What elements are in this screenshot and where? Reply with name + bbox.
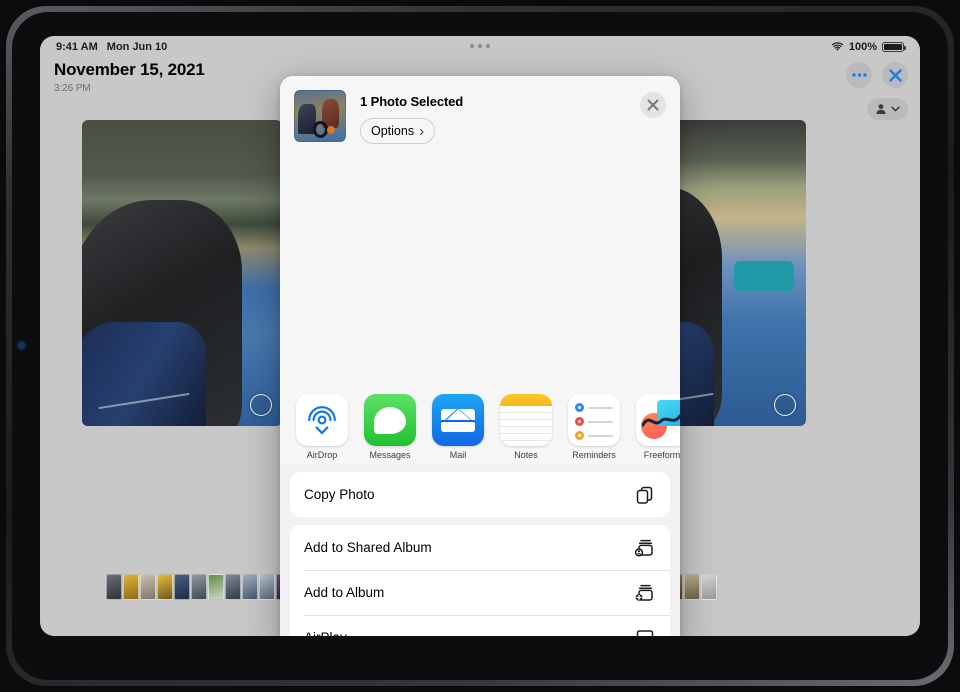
app-label: Freeform [643,450,680,460]
filmstrip-thumbnail[interactable] [225,574,241,600]
grabber-dot [478,44,482,48]
action-label: Add to Album [304,585,385,600]
selection-circle-unselected[interactable] [774,394,796,416]
action-label: AirPlay [304,630,347,636]
share-sheet-title: 1 Photo Selected [360,94,464,109]
shared-album-icon [634,537,656,559]
action-row-add-to-album[interactable]: Add to Album [290,570,670,615]
options-button-label: Options [371,124,415,138]
share-sheet-apps-row[interactable]: AirDrop Messages Mail Notes Reminders Fr… [280,386,680,464]
freeform-icon [636,394,680,446]
selected-photo-thumbnail[interactable] [294,90,346,142]
page-subtitle: 3:26 PM [54,83,91,94]
carousel-photo-previous[interactable] [82,120,282,426]
share-target-mail[interactable]: Mail [432,394,484,460]
people-filter-button[interactable] [867,98,908,120]
options-button[interactable]: Options › [360,118,436,144]
action-row-airplay[interactable]: AirPlay [290,615,670,636]
share-sheet: 1 Photo Selected Options › AirDrop Messa… [280,76,680,636]
app-label: AirDrop [306,450,338,460]
share-target-freeform[interactable]: Freeform [636,394,680,460]
grabber-dot [486,44,490,48]
action-label: Copy Photo [304,487,375,502]
filmstrip-thumbnail[interactable] [701,574,717,600]
share-target-messages[interactable]: Messages [364,394,416,460]
share-target-reminders[interactable]: Reminders [568,394,620,460]
close-button[interactable] [882,62,908,88]
grabber-dot [470,44,474,48]
close-icon [888,68,902,82]
airplay-icon [634,627,656,636]
share-sheet-photo-preview [280,150,680,386]
filmstrip-thumbnail[interactable] [174,574,190,600]
status-bar-date: Mon Jun 10 [106,41,168,53]
filmstrip-thumbnail[interactable] [123,574,139,600]
filmstrip-thumbnail[interactable] [259,574,275,600]
photo-header: November 15, 2021 3:26 PM [54,60,205,94]
action-group-copy: Copy Photo [290,472,670,517]
share-sheet-header: 1 Photo Selected Options › [280,76,680,150]
filmstrip-thumbnail[interactable] [684,574,700,600]
photo-shape [82,321,206,426]
app-label: Messages [369,450,411,460]
wifi-icon [831,42,844,52]
more-options-button[interactable] [846,62,872,88]
filmstrip-thumbnail[interactable] [157,574,173,600]
filmstrip-thumbnail[interactable] [208,574,224,600]
action-row-copy-photo[interactable]: Copy Photo [290,472,670,517]
action-row-add-to-shared-album[interactable]: Add to Shared Album [290,525,670,570]
notes-icon [500,394,552,446]
action-group-albums: Add to Shared Album Add to Album [290,525,670,636]
battery-percent-label: 100% [848,41,877,53]
app-label: Notes [514,450,538,460]
app-label: Mail [449,450,467,460]
page-title: November 15, 2021 [54,60,205,79]
status-bar-time: 9:41 AM [56,41,98,53]
share-sheet-actions: Copy Photo Add to Shared Album Add to Al… [280,464,680,636]
chevron-right-icon: › [419,122,425,140]
share-sheet-close-button[interactable] [640,92,666,118]
share-target-airdrop[interactable]: AirDrop [296,394,348,460]
filmstrip-thumbnail[interactable] [191,574,207,600]
power-indicator-dot [18,342,25,349]
chevron-down-icon [891,106,900,112]
status-bar-left: 9:41 AM Mon Jun 10 [56,41,167,53]
filmstrip-thumbnail[interactable] [242,574,258,600]
filmstrip-thumbnail[interactable] [140,574,156,600]
add-album-icon [634,582,656,604]
action-label: Add to Shared Album [304,540,432,555]
ipad-device: 9:41 AM Mon Jun 10 100% November 15, 202… [0,0,960,692]
share-sheet-header-text: 1 Photo Selected Options › [360,90,666,144]
copy-icon [634,484,656,506]
multitasking-grabber[interactable] [470,44,490,48]
person-icon [876,104,886,114]
status-bar-right: 100% [831,41,906,53]
header-actions [846,62,908,88]
close-icon [647,99,659,111]
photo-shape [734,260,794,292]
filmstrip-thumbnail[interactable] [106,574,122,600]
airdrop-icon [296,394,348,446]
battery-icon [882,42,906,52]
app-label: Reminders [572,450,616,460]
ipad-screen: 9:41 AM Mon Jun 10 100% November 15, 202… [40,36,920,636]
photo-artwork [82,120,282,426]
reminders-icon [568,394,620,446]
messages-icon [364,394,416,446]
share-target-notes[interactable]: Notes [500,394,552,460]
mail-icon [432,394,484,446]
selection-circle-unselected[interactable] [250,394,272,416]
